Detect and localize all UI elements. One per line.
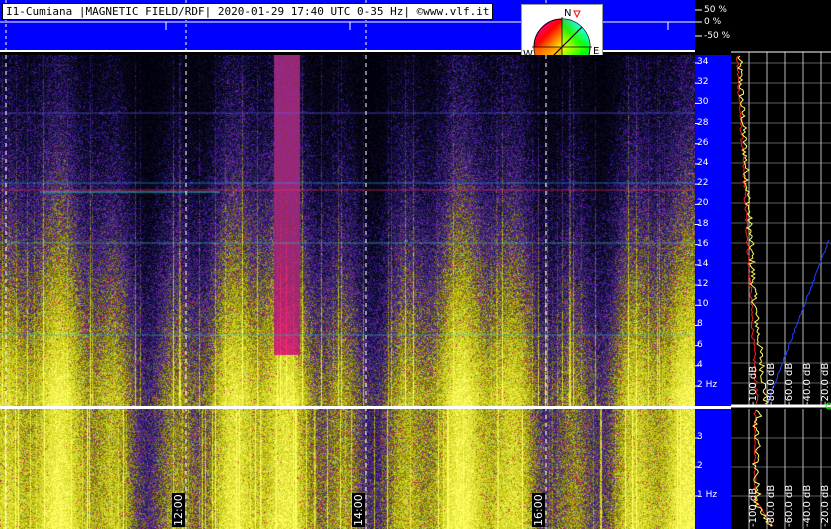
freq-tick-label-lower: 3 [697,432,703,442]
db-label-lower: -100 dB [748,487,759,527]
freq-tick-label: 10 [697,299,709,310]
freq-tick-label-lower: 2 [697,461,703,471]
freq-tick-label: 16 [697,238,709,249]
db-label-upper: -60.0 dB [784,362,795,405]
time-label: 12:00 [172,493,185,527]
time-label: 14:00 [352,493,365,527]
freq-tick-label: 30 [697,97,709,108]
compass-north-label: N [564,8,571,19]
freq-tick-label: 12 [697,279,709,290]
freq-tick-label: 2 Hz [697,380,718,390]
db-label-lower: -20.0 dB [820,484,831,527]
chart-title: I1-Cumiana |MAGNETIC FIELD/RDF| 2020-01-… [2,3,494,20]
freq-tick-label: 14 [697,258,709,269]
db-label-upper: -80.0 dB [766,362,777,405]
db-label-lower: -40.0 dB [802,484,813,527]
freq-tick-label: 34 [697,57,709,67]
freq-tick-label: 26 [697,137,709,148]
freq-tick-label: 8 [697,319,703,330]
db-label-lower: -80.0 dB [766,484,777,527]
freq-tick-label-lower: 1 Hz [697,490,718,500]
db-label-upper: -20.0 dB [820,362,831,405]
freq-tick-label: 32 [697,77,709,88]
freq-tick-label: 4 [697,359,703,370]
time-label: 16:00 [532,493,545,527]
freq-tick-label: 20 [697,198,709,209]
freq-tick-label: 28 [697,117,709,128]
freq-tick-label: 18 [697,218,709,229]
spectrum-profile [731,0,831,529]
db-label-upper: -100 dB [748,365,759,405]
db-label-upper: -40.0 dB [802,362,813,405]
time-gridlines [5,55,547,529]
vlf-monitor-screen: I1-Cumiana |MAGNETIC FIELD/RDF| 2020-01-… [0,0,831,529]
freq-tick-label: 22 [697,178,709,189]
db-label-lower: -60.0 dB [784,484,795,527]
freq-tick-label: 6 [697,339,703,350]
freq-tick-label: 24 [697,157,709,168]
